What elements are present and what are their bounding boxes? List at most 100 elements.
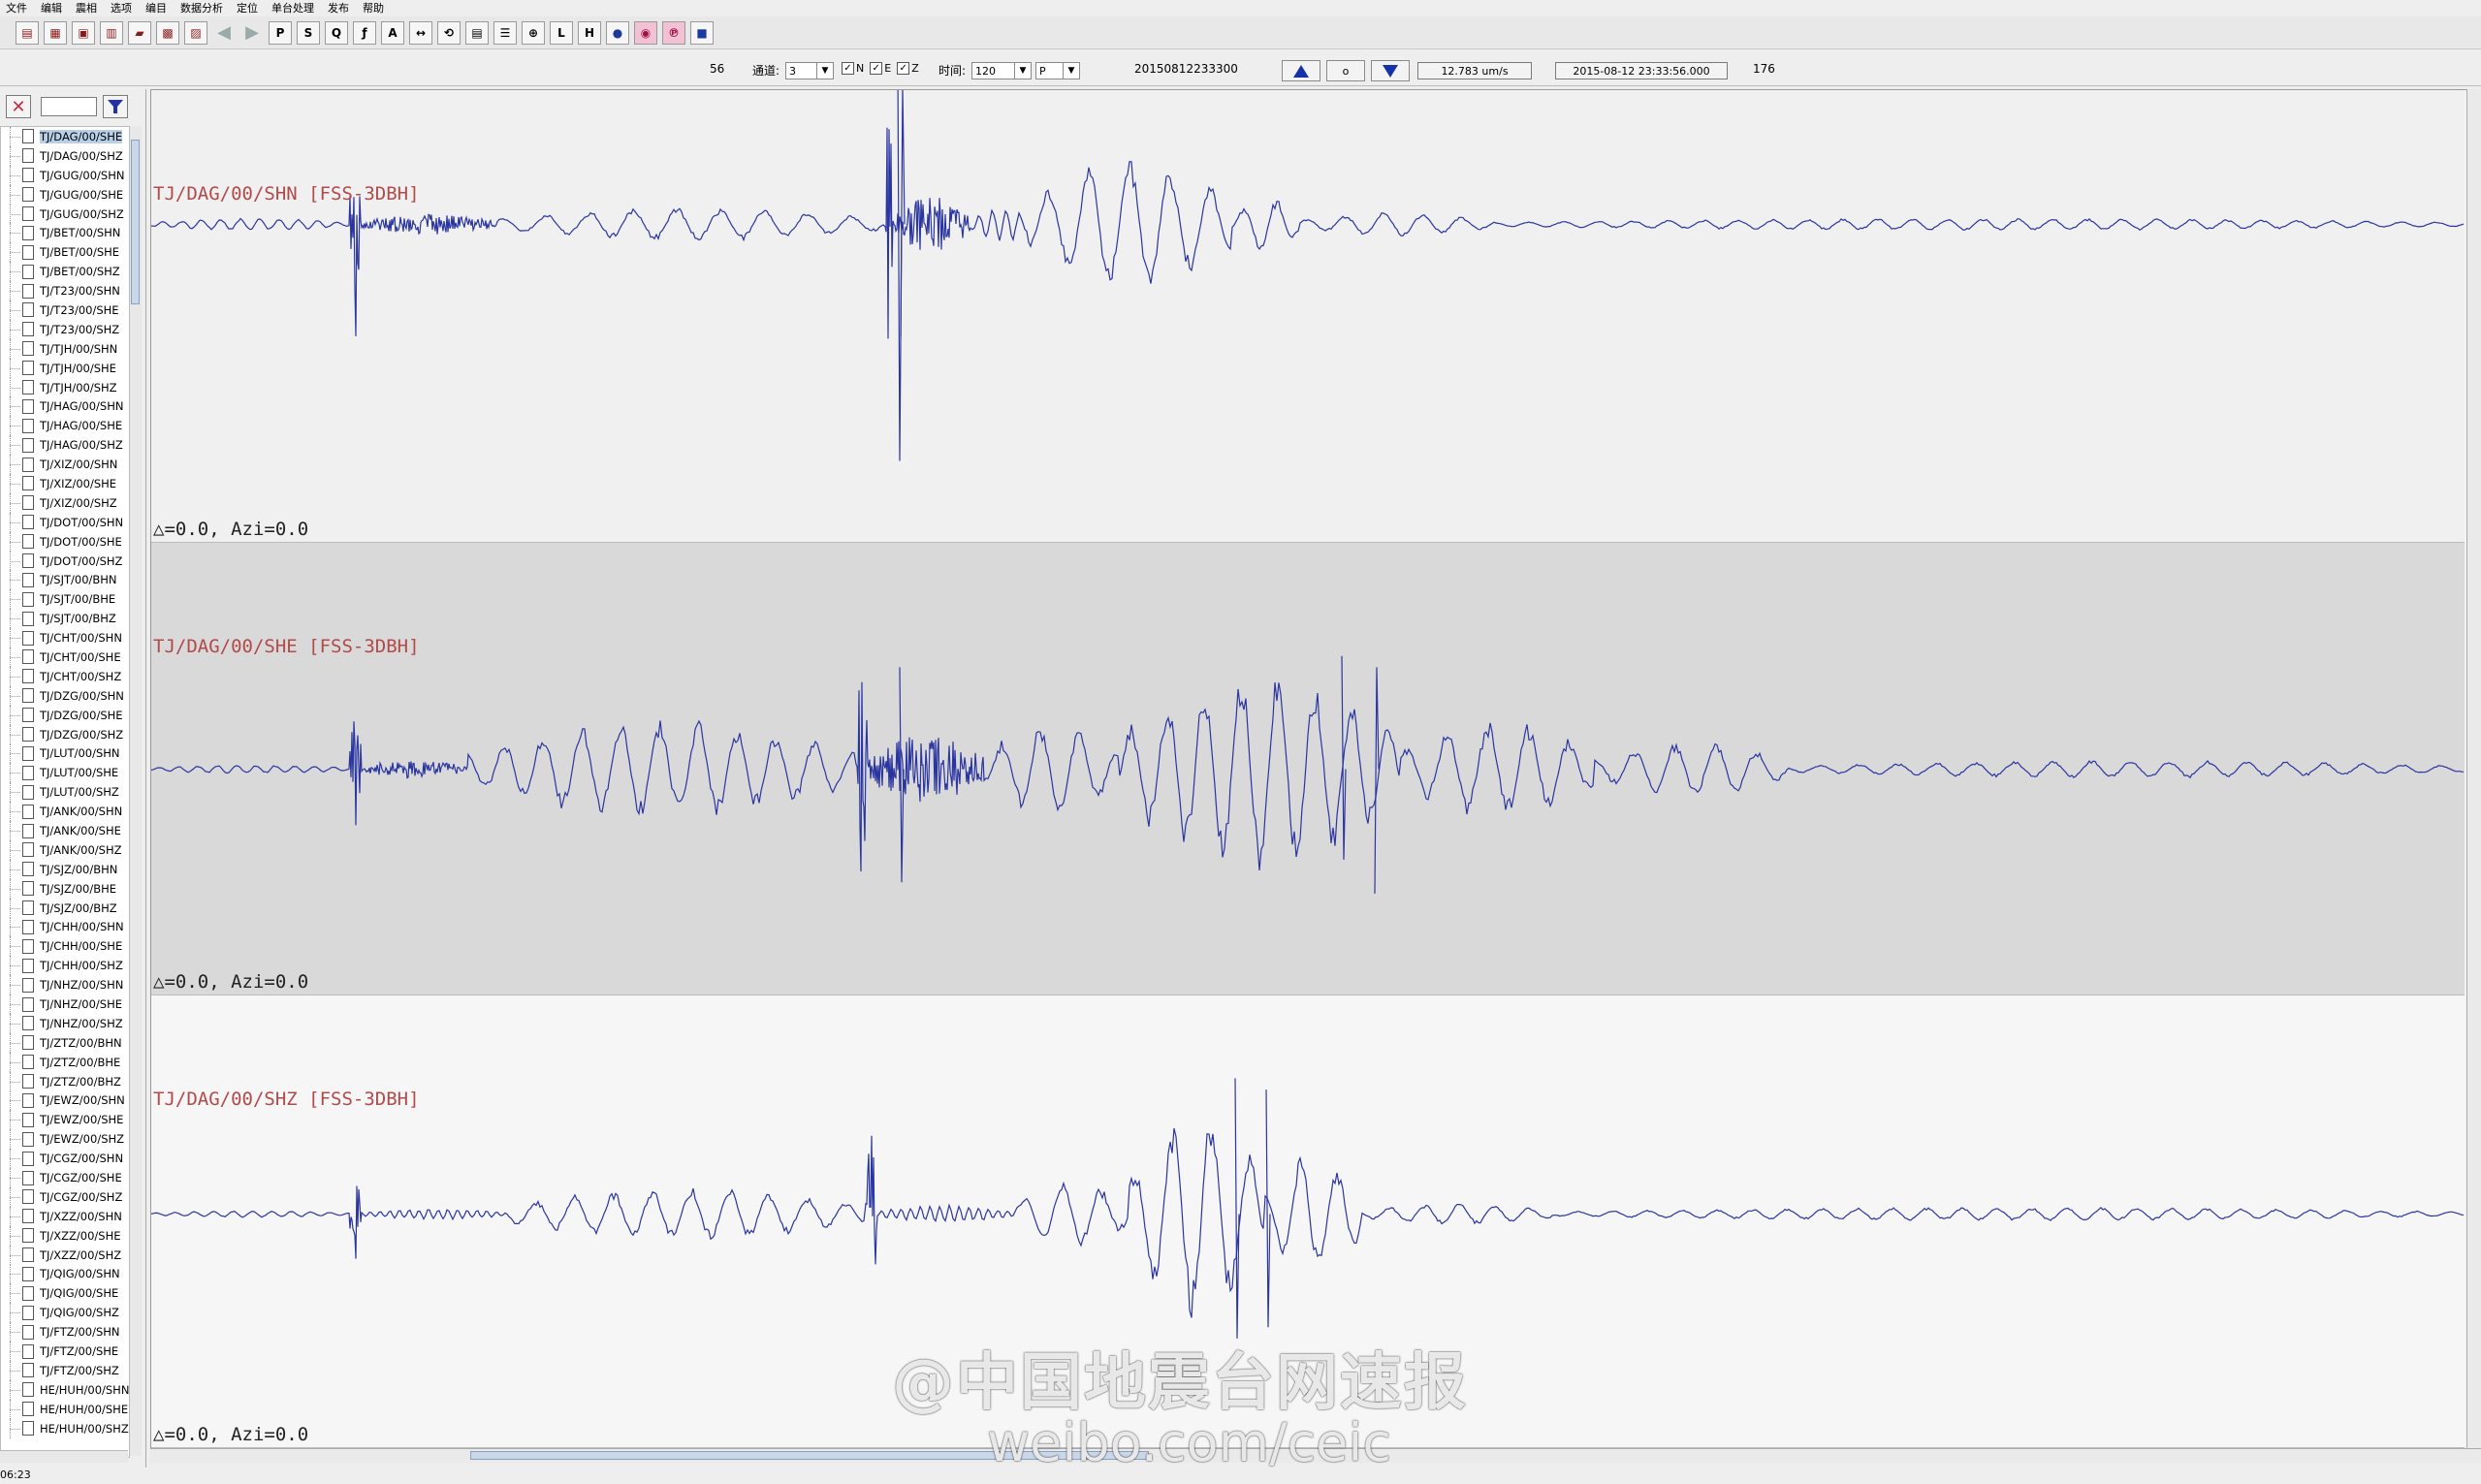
station-tree[interactable]: TJ/DAG/00/SHE TJ/DAG/00/SHZ TJ/GUG/00/SHN T… [0,126,130,1458]
scale-down-button[interactable] [1371,60,1410,81]
tree-item[interactable]: TJ/BET/00/SHZ [1,262,129,282]
tree-item[interactable]: TJ/XZZ/00/SHE [1,1225,129,1246]
station-filter-input[interactable] [41,97,97,116]
tree-item[interactable]: TJ/HAG/00/SHZ [1,435,129,456]
menu-item[interactable]: 帮助 [357,0,392,16]
tree-item[interactable]: TJ/CHH/00/SHE [1,936,129,957]
tree-item[interactable]: TJ/SJZ/00/BHE [1,878,129,899]
print-trace-icon[interactable]: ▤ [465,20,489,45]
pick-s-icon[interactable]: S [297,20,320,45]
tree-item[interactable]: TJ/CHT/00/SHN [1,628,129,647]
tree-item[interactable]: HE/HUH/00/SHN [1,1379,129,1400]
menu-item[interactable]: 编目 [140,0,175,16]
checkbox[interactable]: ✓ [897,62,910,75]
tree-item[interactable]: HE/HUH/00/SHZ [1,1418,129,1438]
book-icon[interactable]: ■ [690,20,714,45]
tree-item[interactable]: TJ/CGZ/00/SHN [1,1149,129,1168]
filter-icon[interactable]: ƒ [353,20,376,45]
tree-item[interactable]: HE/HUH/00/SHE [1,1399,129,1419]
tree-item[interactable]: TJ/BET/00/SHE [1,242,129,263]
tree-item[interactable]: TJ/DZG/00/SHN [1,685,129,706]
save-icon[interactable]: ▩ [156,20,179,45]
scale-up-button[interactable] [1282,60,1320,81]
forward-arrow-icon[interactable]: ▶ [240,21,264,45]
tree-item[interactable]: TJ/T23/00/SHZ [1,319,129,339]
tree-item[interactable]: TJ/ZTZ/00/BHE [1,1052,129,1072]
tree-item[interactable]: TJ/FTZ/00/SHZ [1,1361,129,1380]
tree-item[interactable]: TJ/DAG/00/SHE [1,127,129,146]
tree-item[interactable]: TJ/CGZ/00/SHZ [1,1186,129,1207]
tree-item[interactable]: TJ/DAG/00/SHZ [1,145,129,166]
export-icon[interactable]: ▥ [100,20,123,45]
scrollbar-thumb[interactable] [131,140,140,304]
chevron-down-icon[interactable]: ▼ [1014,63,1031,79]
station-icon[interactable]: ● [606,20,629,45]
tree-item[interactable]: TJ/HAG/00/SHN [1,396,129,417]
tree-item[interactable]: TJ/GUG/00/SHZ [1,204,129,224]
tree-item[interactable]: TJ/CHH/00/SHZ [1,956,129,976]
waveform-vscrollbar[interactable] [2466,89,2481,1448]
menu-item[interactable]: 定位 [231,0,266,16]
calculator-icon[interactable]: ▦ [44,20,67,45]
tree-item[interactable]: TJ/ZTZ/00/BHN [1,1032,129,1053]
checkbox[interactable]: ✓ [870,62,883,75]
open-icon[interactable]: ▣ [72,20,95,45]
tree-item[interactable]: TJ/CGZ/00/SHE [1,1168,129,1187]
chevron-down-icon[interactable]: ▼ [1063,63,1079,79]
menu-item[interactable]: 发布 [322,0,357,16]
tree-item[interactable]: TJ/XIZ/00/SHZ [1,492,129,513]
chart-icon[interactable]: ▤ [16,20,39,45]
measure-icon[interactable]: ↔ [409,20,432,45]
tree-item[interactable]: TJ/BET/00/SHN [1,223,129,243]
waveform-area[interactable]: TJ/DAG/00/SHN [FSS-3DBH] △=0.0, Azi=0.0 TJ… [150,89,2467,1450]
back-arrow-icon[interactable]: ◀ [212,21,236,45]
tree-item[interactable]: TJ/LUT/00/SHZ [1,782,129,803]
tree-item[interactable]: TJ/FTZ/00/SHE [1,1342,129,1361]
component-check-e[interactable]: ✓ E [870,62,891,75]
component-check-z[interactable]: ✓ Z [897,62,919,75]
phase-select[interactable]: P ▼ [1035,62,1080,79]
tree-item[interactable]: TJ/HAG/00/SHE [1,416,129,436]
tree-item[interactable]: TJ/TJH/00/SHE [1,358,129,378]
checkbox[interactable]: ✓ [842,62,854,75]
tree-item[interactable]: TJ/TJH/00/SHN [1,338,129,359]
tree-item[interactable]: TJ/T23/00/SHN [1,281,129,300]
tree-item[interactable]: TJ/SJT/00/BHZ [1,609,129,629]
station-tree-hscrollbar[interactable] [0,1450,128,1463]
tree-item[interactable]: TJ/DOT/00/SHZ [1,551,129,571]
h-phase-icon[interactable]: H [578,20,601,45]
tree-item[interactable]: TJ/T23/00/SHE [1,300,129,320]
print-icon[interactable]: ▨ [184,20,207,45]
tree-item[interactable]: TJ/QIG/00/SHN [1,1264,129,1284]
tree-item[interactable]: TJ/ANK/00/SHZ [1,839,129,860]
channel-select[interactable]: 3 ▼ [785,62,834,79]
tree-item[interactable]: TJ/SJT/00/BHE [1,589,129,610]
tree-item[interactable]: TJ/ANK/00/SHE [1,821,129,840]
tree-item[interactable]: TJ/SJZ/00/BHZ [1,898,129,918]
tree-item[interactable]: TJ/CHT/00/SHE [1,647,129,667]
tree-item[interactable]: TJ/EWZ/00/SHE [1,1110,129,1130]
tree-item[interactable]: TJ/ZTZ/00/BHZ [1,1071,129,1091]
chevron-down-icon[interactable]: ▼ [816,63,833,79]
zoom-icon[interactable]: Q [325,20,348,45]
filter-button[interactable] [103,95,128,118]
tree-item[interactable]: TJ/SJT/00/BHN [1,570,129,590]
tree-item[interactable]: TJ/LUT/00/SHN [1,743,129,764]
clear-button[interactable]: ✕ [6,95,31,118]
tree-item[interactable]: TJ/XIZ/00/SHE [1,474,129,493]
pick-p-icon[interactable]: P [269,20,292,45]
tree-item[interactable]: TJ/GUG/00/SHN [1,165,129,185]
menu-item[interactable]: 震相 [70,0,105,16]
tree-item[interactable]: TJ/EWZ/00/SHZ [1,1129,129,1150]
trace-panel[interactable]: TJ/DAG/00/SHN [FSS-3DBH] △=0.0, Azi=0.0 [151,90,2465,543]
tree-item[interactable]: TJ/XZZ/00/SHN [1,1206,129,1226]
tree-item[interactable]: TJ/NHZ/00/SHN [1,975,129,995]
tree-item[interactable]: TJ/XIZ/00/SHN [1,455,129,474]
tree-item[interactable]: TJ/FTZ/00/SHN [1,1322,129,1342]
tree-item[interactable]: TJ/DZG/00/SHE [1,705,129,725]
tree-item[interactable]: TJ/SJZ/00/BHN [1,859,129,879]
time-select[interactable]: 120 ▼ [971,62,1032,79]
component-check-n[interactable]: ✓ N [842,62,864,75]
menu-item[interactable]: 数据分析 [175,0,231,16]
tree-item[interactable]: TJ/ANK/00/SHN [1,802,129,821]
